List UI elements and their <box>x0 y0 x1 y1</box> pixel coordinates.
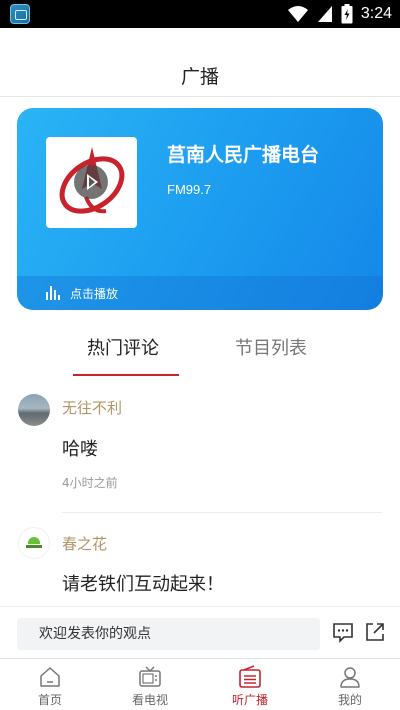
tab-hot-comments[interactable]: 热门评论 <box>87 334 159 360</box>
nav-label: 我的 <box>337 693 362 707</box>
nav-home[interactable]: 首页 <box>0 659 100 710</box>
radio-icon <box>239 665 261 688</box>
nav-tv[interactable]: 看电视 <box>100 659 200 710</box>
station-logo <box>46 137 137 228</box>
avatar[interactable] <box>18 527 50 559</box>
comment-text: 请老铁们互动起来！ <box>62 574 224 595</box>
bottom-nav: 首页 看电视 听广播 我的 <box>0 658 400 710</box>
nav-label: 听广播 <box>231 693 268 707</box>
status-indicators: 3:24 <box>287 3 392 25</box>
audio-bars-icon <box>46 286 60 300</box>
comment-bar: 欢迎发表你的观点 <box>0 606 400 658</box>
comment-input[interactable]: 欢迎发表你的观点 <box>17 618 320 650</box>
avatar[interactable] <box>18 394 50 426</box>
user-icon <box>340 667 360 688</box>
comment-text: 哈喽 <box>62 439 98 460</box>
station-name: 莒南人民广播电台 <box>167 144 320 166</box>
home-icon <box>40 667 60 687</box>
wifi-icon <box>287 6 308 22</box>
avatar-mark <box>26 545 42 548</box>
tab-program-list[interactable]: 节目列表 <box>235 334 307 360</box>
header: 广播 <box>0 28 400 97</box>
status-time: 3:24 <box>360 5 392 22</box>
nav-radio[interactable]: 听广播 <box>200 659 300 710</box>
tv-icon <box>139 666 161 687</box>
app-notification-icon <box>10 4 30 24</box>
nav-profile[interactable]: 我的 <box>300 659 400 710</box>
content-tabs: 热门评论 节目列表 <box>0 320 400 378</box>
status-bar: 3:24 <box>0 0 400 28</box>
play-label: 点击播放 <box>70 286 119 301</box>
station-frequency: FM99.7 <box>167 182 212 197</box>
share-icon[interactable] <box>364 621 386 643</box>
play-button[interactable] <box>74 165 108 199</box>
comment-username[interactable]: 春之花 <box>62 533 107 554</box>
station-card[interactable]: 莒南人民广播电台 FM99.7 点击播放 <box>17 108 383 310</box>
cellular-signal-icon <box>317 6 332 22</box>
comment-divider <box>62 512 382 513</box>
play-bar[interactable]: 点击播放 <box>17 276 383 310</box>
page-title: 广播 <box>180 66 219 88</box>
battery-icon <box>341 4 353 24</box>
active-tab-indicator <box>73 374 179 376</box>
avatar-leaf-icon <box>28 537 40 544</box>
nav-label: 首页 <box>37 693 62 707</box>
comment-bubble-icon[interactable] <box>332 621 354 643</box>
comment-username[interactable]: 无往不利 <box>62 397 122 418</box>
comment-time: 4小时之前 <box>62 476 118 490</box>
nav-label: 看电视 <box>131 693 168 707</box>
